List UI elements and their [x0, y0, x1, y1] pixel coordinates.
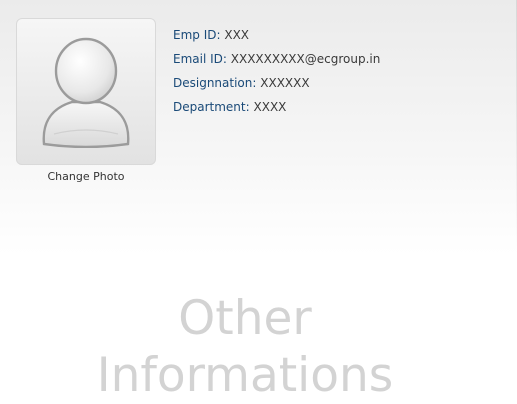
department-label: Department: — [173, 100, 250, 114]
emp-id-label: Emp ID: — [173, 28, 221, 42]
profile-panel: Change Photo Emp ID: XXX Email ID: XXXXX… — [0, 0, 517, 404]
employee-details: Emp ID: XXX Email ID: XXXXXXXXX@ecgroup.… — [173, 23, 380, 119]
profile-photo[interactable] — [16, 18, 156, 165]
change-photo-link[interactable]: Change Photo — [16, 170, 156, 183]
department-value: XXXX — [253, 100, 287, 114]
designation-value: XXXXXX — [260, 76, 310, 90]
designation-row: Designnation: XXXXXX — [173, 71, 380, 95]
other-heading-line1: Other — [178, 291, 312, 346]
emp-id-row: Emp ID: XXX — [173, 23, 380, 47]
emp-id-value: XXX — [224, 28, 250, 42]
other-heading-line2: Informations — [96, 348, 394, 403]
user-silhouette-icon — [42, 37, 130, 148]
email-id-value: XXXXXXXXX@ecgroup.in — [230, 52, 381, 66]
email-id-label: Email ID: — [173, 52, 227, 66]
designation-label: Designnation: — [173, 76, 257, 90]
department-row: Department: XXXX — [173, 95, 380, 119]
other-informations-heading: Other Informations — [0, 290, 490, 404]
email-id-row: Email ID: XXXXXXXXX@ecgroup.in — [173, 47, 380, 71]
